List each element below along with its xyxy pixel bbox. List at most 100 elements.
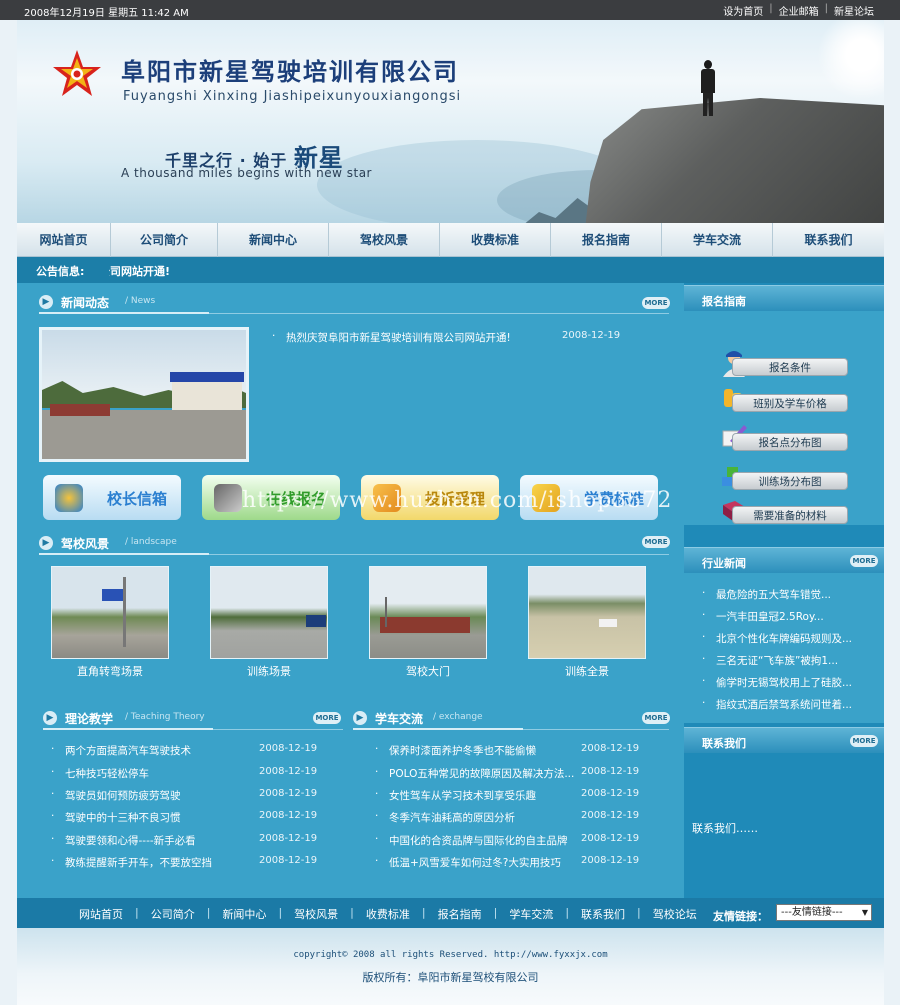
- nav-contact[interactable]: 联系我们: [773, 223, 884, 257]
- set-homepage-link[interactable]: 设为首页: [723, 3, 763, 18]
- theory-item-title[interactable]: 七种技巧轻松停车: [65, 766, 149, 781]
- theory-item-date: 2008-12-19: [259, 810, 318, 821]
- contact-more-button[interactable]: MORE: [850, 735, 878, 747]
- news-photo[interactable]: [39, 327, 249, 462]
- industry-item-title[interactable]: 偷学时无锡驾校用上了硅胶...: [716, 675, 852, 690]
- guide-item-requirements[interactable]: 报名条件: [732, 358, 848, 376]
- exchange-more-button[interactable]: MORE: [642, 712, 670, 724]
- red-star-logo-icon: [53, 50, 101, 96]
- nav-news[interactable]: 新闻中心: [218, 223, 329, 257]
- exchange-item-title[interactable]: 中国化的合资品牌与国际化的自主品牌: [389, 833, 568, 848]
- scenery-photo-overview[interactable]: [528, 566, 646, 659]
- footer-link-guide[interactable]: 报名指南: [438, 906, 482, 922]
- list-item: · 一汽丰田皇冠2.5Roy...: [702, 609, 824, 624]
- section-underline: [39, 312, 209, 314]
- notice-bar: 公告信息: 公司网站开通!: [17, 257, 884, 283]
- divider: |: [769, 3, 773, 14]
- nav-home[interactable]: 网站首页: [17, 223, 111, 257]
- contact-title: 联系我们: [702, 737, 746, 750]
- theory-item-title[interactable]: 驾驶中的十三种不良习惯: [65, 810, 181, 825]
- nav-registration-guide[interactable]: 报名指南: [551, 223, 662, 257]
- footer-link-contact[interactable]: 联系我们: [581, 906, 625, 922]
- exchange-title: 学车交流: [375, 712, 424, 726]
- footer-link-home[interactable]: 网站首页: [79, 906, 123, 922]
- footer-link-forum[interactable]: 驾校论坛: [653, 906, 697, 922]
- scenery-section-header: ▶ 驾校风景 / landscape: [39, 533, 669, 555]
- theory-subtitle: / Teaching Theory: [125, 712, 205, 722]
- theory-item-title[interactable]: 教练提醒新手开车，不要放空挡: [65, 855, 212, 870]
- exchange-item-title[interactable]: 女性驾车从学习技术到享受乐趣: [389, 788, 536, 803]
- industry-item-title[interactable]: 一汽丰田皇冠2.5Roy...: [716, 609, 824, 624]
- footer-nav: 网站首页 | 公司简介 | 新闻中心 | 驾校风景 | 收费标准 | 报名指南 | 学车交流…: [17, 898, 884, 928]
- theory-item-title[interactable]: 驾驶员如何预防疲劳驾驶: [65, 788, 181, 803]
- nav-scenery[interactable]: 驾校风景: [329, 223, 440, 257]
- list-item: · 驾驶要领和心得----新手必看 2008-12-19: [51, 833, 318, 848]
- theory-item-title[interactable]: 两个方面提高汽车驾驶技术: [65, 743, 191, 758]
- arrow-icon: ▶: [39, 295, 53, 309]
- nav-about[interactable]: 公司简介: [111, 223, 218, 257]
- arrow-icon: ▶: [43, 711, 57, 725]
- scenery-caption: 训练全景: [565, 665, 609, 678]
- footer-link-fees[interactable]: 收费标准: [366, 906, 410, 922]
- arrow-icon: ▶: [39, 536, 53, 550]
- theory-item-date: 2008-12-19: [259, 743, 318, 754]
- complaint-button[interactable]: 投诉受理: [361, 475, 499, 520]
- corporate-email-link[interactable]: 企业邮箱: [779, 3, 819, 18]
- scenery-caption: 直角转弯场景: [77, 665, 143, 678]
- footer-link-exchange[interactable]: 学车交流: [509, 906, 553, 922]
- theory-title: 理论教学: [65, 712, 114, 726]
- scenery-more-button[interactable]: MORE: [642, 536, 670, 548]
- list-item: · 偷学时无锡驾校用上了硅胶...: [702, 675, 853, 690]
- exchange-item-date: 2008-12-19: [581, 788, 640, 799]
- theory-more-button[interactable]: MORE: [313, 712, 341, 724]
- list-item: · 热烈庆贺阜阳市新星驾驶培训有限公司网站开通! 2008-12-19: [272, 330, 642, 348]
- industry-header: 行业新闻 MORE: [684, 547, 884, 573]
- nav-fees[interactable]: 收费标准: [440, 223, 551, 257]
- section-underline: [39, 553, 209, 555]
- guide-item-classes-prices[interactable]: 班别及学车价格: [732, 394, 848, 412]
- notice-marquee[interactable]: 公司网站开通!: [109, 263, 189, 279]
- footer-link-about[interactable]: 公司简介: [151, 906, 195, 922]
- exchange-item-title[interactable]: 低温+风雪爱车如何过冬?大实用技巧: [389, 855, 561, 870]
- list-item: · 冬季汽车油耗高的原因分析 2008-12-19: [375, 810, 640, 825]
- online-registration-button[interactable]: 在线报名: [202, 475, 340, 520]
- guide-item-training-grounds[interactable]: 训练场分布图: [732, 472, 848, 490]
- industry-item-title[interactable]: 指纹式酒后禁驾系统问世着...: [716, 697, 852, 712]
- news-more-button[interactable]: MORE: [642, 297, 670, 309]
- news-subtitle: / News: [125, 296, 156, 306]
- guide-item-registration-points[interactable]: 报名点分布图: [732, 433, 848, 451]
- footer-nav-items: 网站首页 | 公司简介 | 新闻中心 | 驾校风景 | 收费标准 | 报名指南 | 学车交流…: [79, 906, 697, 922]
- exchange-item-title[interactable]: POLO五种常见的故障原因及解决方法...: [389, 766, 574, 781]
- scenery-subtitle: / landscape: [125, 537, 177, 547]
- nav-exchange[interactable]: 学车交流: [662, 223, 773, 257]
- list-item: · 保养时漆面养护冬季也不能偷懒 2008-12-19: [375, 743, 640, 758]
- scenery-title: 驾校风景: [61, 537, 110, 551]
- principal-mailbox-button[interactable]: 校长信箱: [43, 475, 181, 520]
- footer-link-scenery[interactable]: 驾校风景: [294, 906, 338, 922]
- complaint-icon: [373, 484, 401, 512]
- friend-links-select[interactable]: ---友情链接--- ▼: [776, 904, 872, 921]
- industry-item-title[interactable]: 最危险的五大驾车错觉...: [716, 587, 831, 602]
- standing-man-figure: [700, 60, 716, 116]
- scenery-photo-gate[interactable]: [369, 566, 487, 659]
- slogan-english: A thousand miles begins with new star: [121, 166, 372, 180]
- exchange-item-title[interactable]: 保养时漆面养护冬季也不能偷懒: [389, 743, 536, 758]
- list-item: · 驾驶中的十三种不良习惯 2008-12-19: [51, 810, 318, 825]
- list-item: · 七种技巧轻松停车 2008-12-19: [51, 766, 318, 781]
- industry-more-button[interactable]: MORE: [850, 555, 878, 567]
- guide-item-materials[interactable]: 需要准备的材料: [732, 506, 848, 524]
- scenery-photo-turn[interactable]: [51, 566, 169, 659]
- industry-item-title[interactable]: 北京个性化车牌编码规则及...: [716, 631, 852, 646]
- theory-item-title[interactable]: 驾驶要领和心得----新手必看: [65, 833, 196, 848]
- industry-item-title[interactable]: 三名无证“飞车族”被拘1...: [716, 653, 838, 668]
- scenery-photo-training[interactable]: [210, 566, 328, 659]
- exchange-item-title[interactable]: 冬季汽车油耗高的原因分析: [389, 810, 515, 825]
- forum-link[interactable]: 新星论坛: [834, 3, 874, 18]
- news-item-title[interactable]: 热烈庆贺阜阳市新星驾驶培训有限公司网站开通!: [286, 330, 511, 345]
- list-item: · 三名无证“飞车族”被拘1...: [702, 653, 839, 668]
- footer-link-news[interactable]: 新闻中心: [222, 906, 266, 922]
- exchange-item-date: 2008-12-19: [581, 855, 640, 866]
- tuition-button[interactable]: 学费标准: [520, 475, 658, 520]
- friend-links-label: 友情链接：: [713, 910, 768, 923]
- list-item: · 驾驶员如何预防疲劳驾驶 2008-12-19: [51, 788, 318, 803]
